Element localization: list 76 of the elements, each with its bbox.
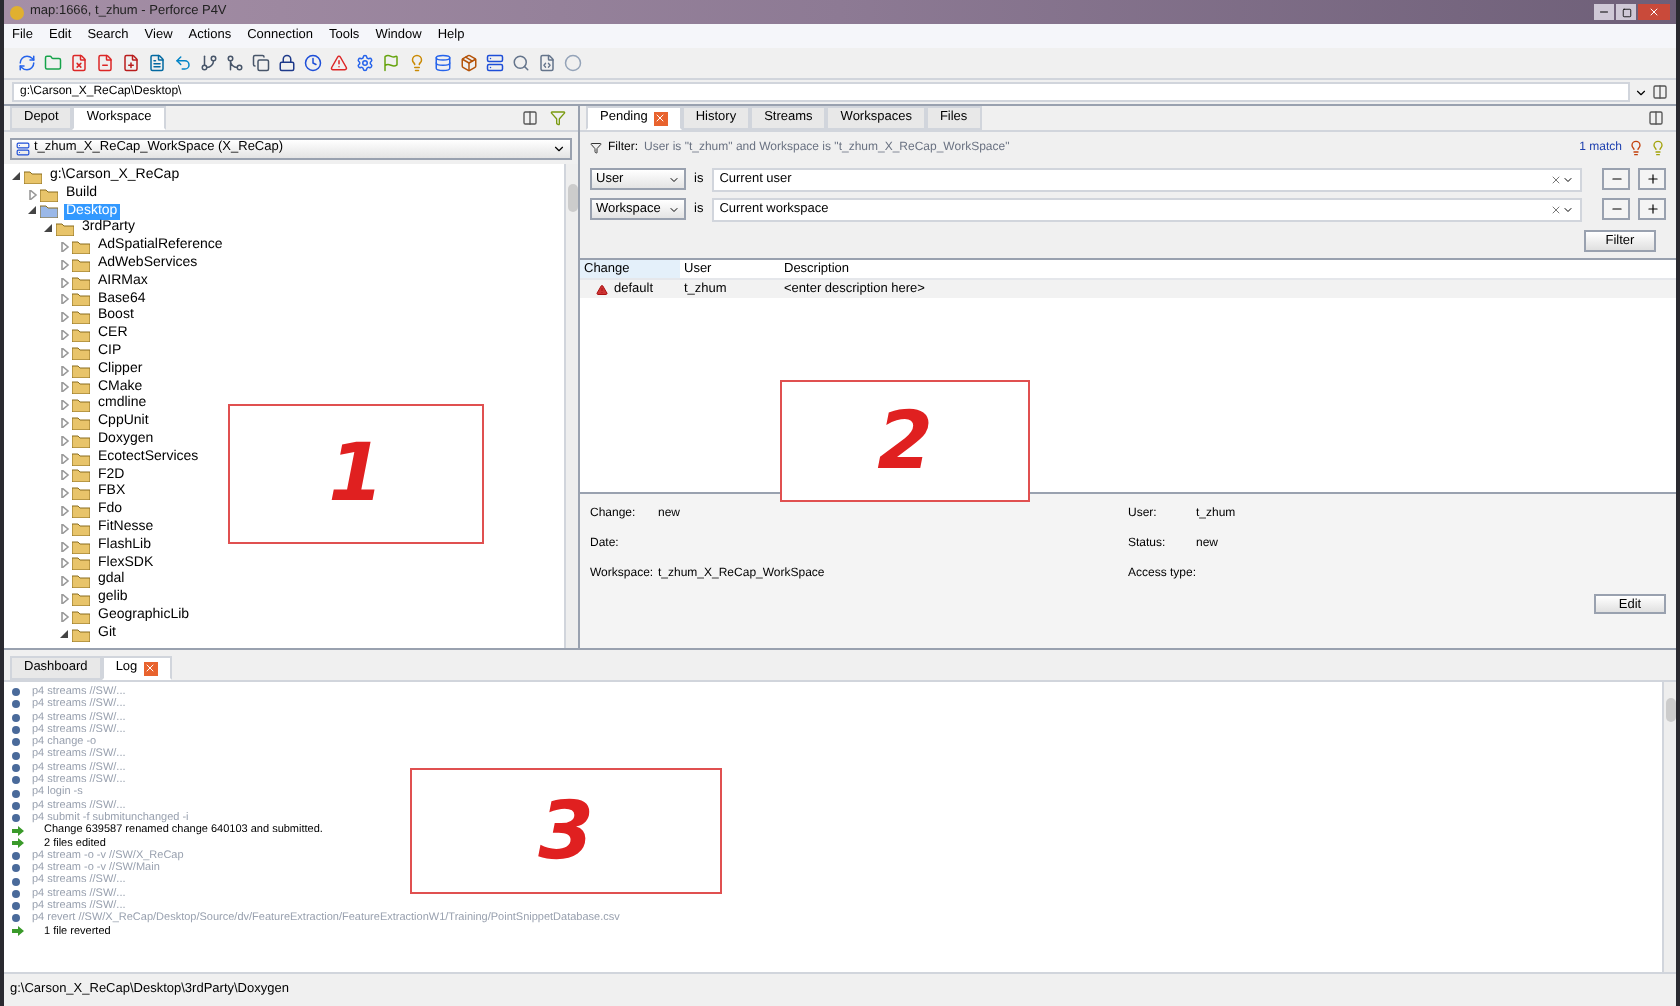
columns-icon (1648, 110, 1664, 126)
lightbulb-icon (1628, 140, 1644, 156)
file-minus-icon[interactable] (94, 53, 114, 73)
file-code-icon[interactable] (536, 53, 556, 73)
arrow-icon (12, 926, 24, 937)
dot-icon (12, 801, 20, 810)
expander-icon[interactable] (12, 171, 24, 182)
lightbulb-icon[interactable] (406, 53, 426, 73)
dot-icon (12, 713, 20, 722)
columns-icon (1652, 84, 1668, 100)
plus-icon (1645, 172, 1659, 186)
dot-icon (12, 763, 20, 772)
warning-icon[interactable] (328, 53, 348, 73)
dot-icon (12, 864, 20, 873)
copy-icon[interactable] (250, 53, 270, 73)
dropdown-icon[interactable] (552, 141, 566, 155)
expander-icon[interactable] (28, 206, 40, 217)
file-x-icon[interactable] (68, 53, 88, 73)
dot-icon (12, 852, 20, 860)
filter-icon (590, 142, 602, 154)
annotation-number: 1 (328, 434, 384, 514)
flag-icon[interactable] (380, 53, 400, 73)
dropdown-icon[interactable] (1634, 85, 1648, 99)
filter-icon (550, 110, 566, 126)
dot-icon (12, 751, 20, 760)
merge-icon[interactable] (224, 53, 244, 73)
close-icon[interactable] (143, 661, 158, 675)
plus-icon (1645, 202, 1659, 216)
undo-icon[interactable] (172, 53, 192, 73)
clear-icon[interactable] (1550, 203, 1562, 215)
dot-icon (12, 776, 20, 785)
expander-icon[interactable] (44, 224, 56, 235)
circle-icon[interactable] (562, 53, 582, 73)
package-icon[interactable] (458, 53, 478, 73)
dot-icon (12, 889, 20, 898)
dot-icon (12, 688, 20, 697)
minus-icon (1609, 172, 1623, 186)
dot-icon (12, 877, 20, 886)
close-icon[interactable] (1638, 4, 1670, 20)
database-icon[interactable] (432, 53, 452, 73)
close-icon[interactable] (653, 111, 668, 125)
annotation-number: 3 (538, 791, 594, 871)
warning-icon (596, 283, 608, 295)
dot-icon (12, 700, 20, 709)
search-icon[interactable] (510, 53, 530, 73)
minus-icon (1609, 202, 1623, 216)
scrollbar[interactable] (1662, 682, 1676, 972)
remove-button[interactable] (1602, 168, 1630, 190)
dot-icon (12, 914, 20, 923)
branch-icon[interactable] (198, 53, 218, 73)
settings-icon[interactable] (354, 53, 374, 73)
annotation-number: 2 (877, 401, 933, 481)
dot-icon (12, 814, 20, 823)
scrollbar[interactable] (564, 164, 578, 648)
minimize-icon[interactable] (1594, 4, 1614, 20)
expander-icon[interactable] (60, 629, 72, 640)
file-plus-icon[interactable] (120, 53, 140, 73)
dot-icon (12, 789, 20, 798)
add-button[interactable] (1638, 198, 1666, 220)
dot-icon (12, 902, 20, 911)
server-icon[interactable] (484, 53, 504, 73)
add-button[interactable] (1638, 168, 1666, 190)
refresh-icon[interactable] (16, 53, 36, 73)
lock-icon[interactable] (276, 53, 296, 73)
clock-icon[interactable] (302, 53, 322, 73)
dot-icon (12, 738, 20, 747)
file-icon[interactable] (146, 53, 166, 73)
dot-icon (12, 726, 20, 735)
remove-button[interactable] (1602, 198, 1630, 220)
clear-icon[interactable] (1550, 173, 1562, 185)
lightbulb-icon (1650, 140, 1666, 156)
columns-icon (522, 110, 538, 126)
folder-icon[interactable] (42, 53, 62, 73)
app-icon (10, 5, 24, 19)
maximize-icon[interactable] (1616, 4, 1636, 20)
workspace-icon (16, 141, 30, 155)
